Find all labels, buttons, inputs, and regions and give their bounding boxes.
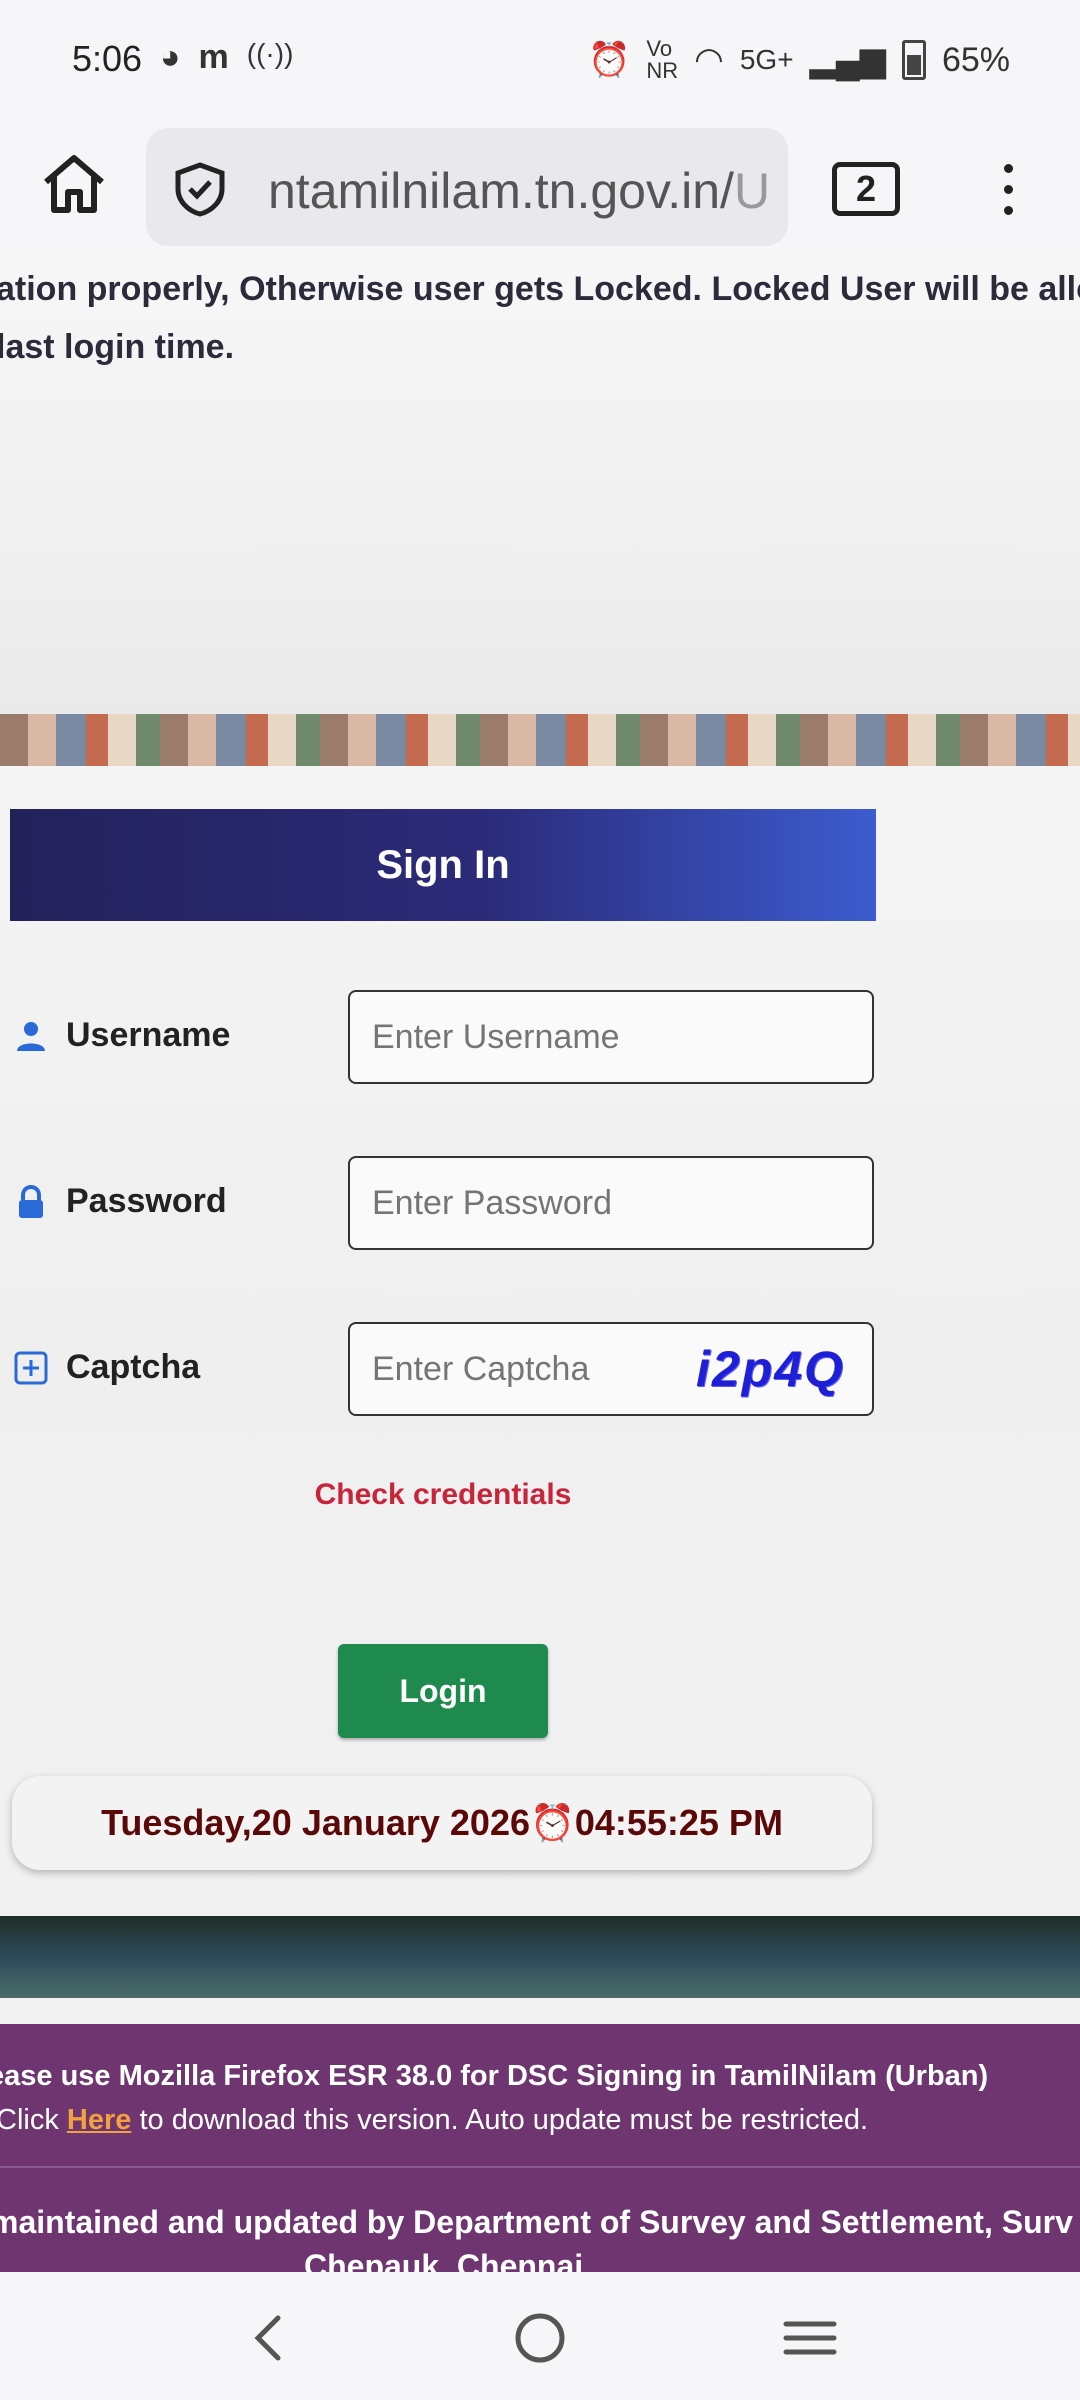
status-notification-icons: ◕ m ((·)) bbox=[160, 38, 293, 77]
footer-download-line: Click Here to download this version. Aut… bbox=[0, 2104, 868, 2137]
recent-apps-icon[interactable] bbox=[780, 2308, 840, 2368]
network-type: 5G+ bbox=[739, 44, 794, 75]
status-system-icons: ⏰ Vo NR ◠ 5G+ ▂▄▆ 65% bbox=[588, 38, 1010, 82]
date-text: Tuesday,20 January 2026 bbox=[101, 1802, 530, 1843]
more-menu-icon[interactable] bbox=[988, 160, 1028, 220]
captcha-label-wrap: Captcha bbox=[14, 1348, 200, 1387]
home-circle-icon[interactable] bbox=[510, 2308, 570, 2368]
m-app-icon: m bbox=[198, 38, 229, 76]
notification-icon: ◕ bbox=[160, 38, 181, 76]
signal-icon: ▂▄▆ bbox=[809, 41, 886, 79]
back-icon[interactable] bbox=[240, 2308, 300, 2368]
password-row: Password bbox=[0, 1156, 880, 1252]
battery-percent: 65% bbox=[941, 40, 1010, 79]
footer-line2-suffix: to download this version. Auto update mu… bbox=[131, 2104, 869, 2136]
captcha-image: i2p4Q bbox=[696, 1341, 845, 1397]
alarm-icon: ⏰ bbox=[588, 41, 631, 79]
status-time: 5:06 bbox=[72, 38, 143, 79]
notice-line-1: ation properly, Otherwise user gets Lock… bbox=[0, 270, 1080, 308]
user-icon bbox=[14, 1019, 48, 1053]
footer: ease use Mozilla Firefox ESR 38.0 for DS… bbox=[0, 2024, 1080, 2284]
plus-box-icon bbox=[14, 1351, 48, 1385]
footer-browser-notice: ease use Mozilla Firefox ESR 38.0 for DS… bbox=[0, 2060, 989, 2092]
url-fade: U bbox=[733, 163, 771, 219]
password-label: Password bbox=[66, 1182, 227, 1220]
shield-icon[interactable] bbox=[172, 161, 228, 217]
username-label-wrap: Username bbox=[14, 1016, 230, 1055]
password-input[interactable] bbox=[348, 1156, 874, 1250]
username-label: Username bbox=[66, 1016, 231, 1054]
time-text: 04:55:25 PM bbox=[574, 1802, 783, 1843]
download-here-link[interactable]: Here bbox=[67, 2104, 132, 2136]
login-button[interactable]: Login bbox=[338, 1644, 548, 1738]
hotspot-icon: ((·)) bbox=[246, 38, 294, 69]
url-text[interactable]: ntamilnilam.tn.gov.in/U bbox=[268, 162, 770, 220]
lake-banner-image bbox=[0, 1916, 1080, 1998]
password-label-wrap: Password bbox=[14, 1182, 227, 1221]
captcha-label: Captcha bbox=[66, 1348, 201, 1386]
username-input[interactable] bbox=[348, 990, 874, 1084]
status-bar: 5:06 ◕ m ((·)) ⏰ Vo NR ◠ 5G+ ▂▄▆ 65% bbox=[0, 0, 1080, 124]
system-navigation-bar bbox=[0, 2272, 1080, 2400]
url-value: ntamilnilam.tn.gov.in/ bbox=[268, 163, 734, 219]
footer-maintained-by: maintained and updated by Department of … bbox=[0, 2204, 1073, 2240]
footer-divider bbox=[0, 2166, 1080, 2168]
url-bar[interactable]: ntamilnilam.tn.gov.in/U bbox=[146, 128, 788, 246]
lock-notice: ation properly, Otherwise user gets Lock… bbox=[0, 260, 1080, 376]
city-banner-image bbox=[0, 714, 1080, 766]
footer-line2-prefix: Click bbox=[0, 2104, 67, 2136]
captcha-row: Captcha i2p4Q bbox=[0, 1322, 880, 1418]
volte-icon: Vo NR bbox=[646, 36, 679, 83]
username-row: Username bbox=[0, 990, 880, 1086]
notice-line-2: last login time. bbox=[0, 328, 235, 366]
datetime-display: Tuesday,20 January 2026⏰04:55:25 PM bbox=[12, 1776, 872, 1870]
tab-count-button[interactable]: 2 bbox=[832, 162, 900, 216]
battery-icon bbox=[901, 40, 926, 80]
home-icon[interactable] bbox=[40, 150, 108, 218]
browser-toolbar: ntamilnilam.tn.gov.in/U 2 bbox=[0, 124, 1080, 254]
signin-title: Sign In bbox=[10, 809, 876, 921]
lock-icon bbox=[14, 1184, 48, 1219]
error-message: Check credentials bbox=[314, 1478, 572, 1511]
wifi-calling-icon: ◠ bbox=[694, 41, 724, 79]
alarm-clock-icon: ⏰ bbox=[530, 1802, 575, 1843]
